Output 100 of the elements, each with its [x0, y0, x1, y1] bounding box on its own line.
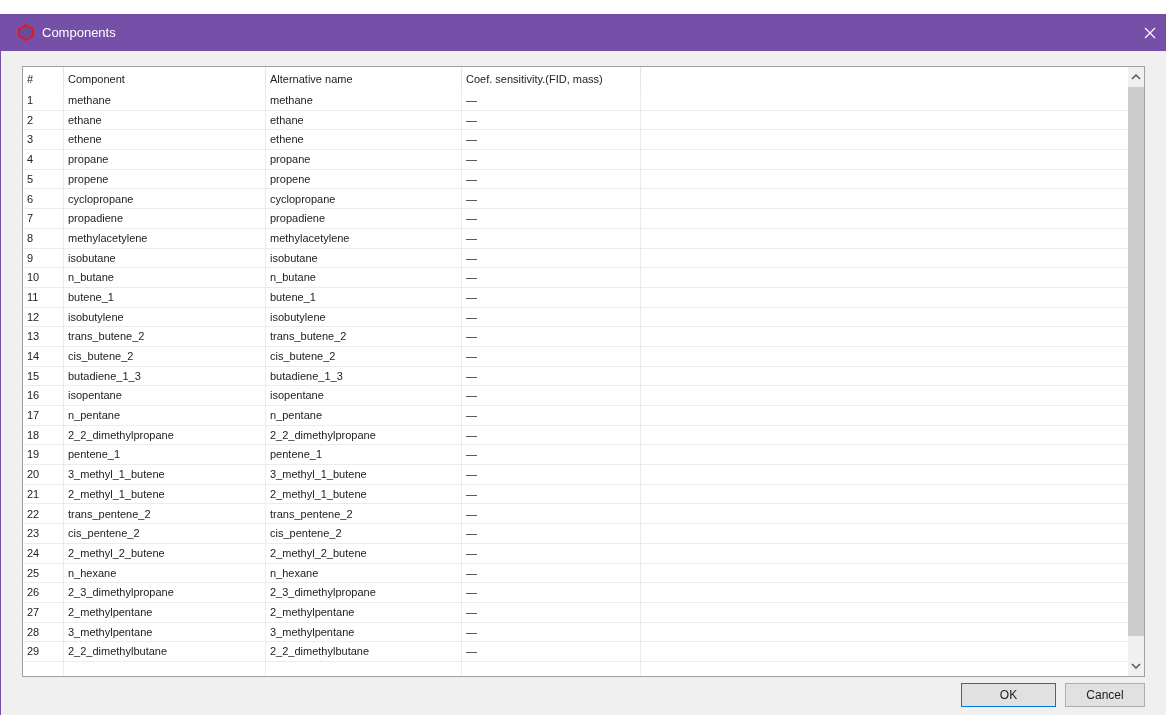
- table-cell: —: [462, 110, 641, 130]
- table-cell: propane: [64, 150, 266, 169]
- table-cell: 1: [23, 91, 64, 110]
- table-cell: —: [462, 642, 641, 661]
- table-cell: n_pentane: [64, 406, 266, 425]
- table-cell: pentene_1: [64, 445, 266, 465]
- table-cell: —: [462, 287, 641, 307]
- table-cell: —: [462, 346, 641, 366]
- table-cell: ethene: [64, 130, 266, 150]
- table-cell: 2_2_dimethylpropane: [266, 425, 462, 445]
- table-cell: —: [462, 307, 641, 327]
- table-cell: propadiene: [266, 209, 462, 228]
- table-cell: 17: [23, 406, 64, 425]
- table-cell: cis_butene_2: [266, 346, 462, 366]
- table-cell: 21: [23, 484, 64, 504]
- table-cell: propadiene: [64, 209, 266, 228]
- table-cell: —: [462, 484, 641, 504]
- table-cell: —: [462, 425, 641, 445]
- table-cell: 12: [23, 307, 64, 327]
- table-cell: —: [462, 366, 641, 386]
- table-cell: —: [462, 130, 641, 150]
- table-cell: ethene: [266, 130, 462, 150]
- table-cell: cis_pentene_2: [266, 524, 462, 543]
- table-cell: isobutylene: [64, 307, 266, 327]
- table-cell: —: [462, 563, 641, 583]
- table-cell: methylacetylene: [64, 228, 266, 248]
- table-cell: butadiene_1_3: [64, 366, 266, 386]
- table-cell: n_hexane: [64, 563, 266, 583]
- table-cell: —: [462, 228, 641, 248]
- table-cell: n_butane: [266, 268, 462, 287]
- table-cell: —: [462, 169, 641, 189]
- table-cell: trans_pentene_2: [64, 504, 266, 524]
- table-cell: n_pentane: [266, 406, 462, 425]
- table-cell: 3: [23, 130, 64, 150]
- window-title: Components: [42, 23, 117, 42]
- table-cell: pentene_1: [266, 445, 462, 465]
- table-cell: butene_1: [64, 287, 266, 307]
- table-cell: —: [462, 504, 641, 524]
- table-cell: 2_methyl_1_butene: [64, 484, 266, 504]
- table-cell: —: [462, 209, 641, 228]
- ok-button[interactable]: OK: [961, 683, 1056, 707]
- table-cell: methane: [64, 91, 266, 110]
- table-cell: n_butane: [64, 268, 266, 287]
- table-cell: 14: [23, 346, 64, 366]
- table-cell: 7: [23, 209, 64, 228]
- table-cell: propene: [64, 169, 266, 189]
- table-cell: —: [462, 268, 641, 287]
- table-cell: 22: [23, 504, 64, 524]
- column-header[interactable]: Alternative name: [266, 67, 462, 91]
- table-cell: —: [462, 465, 641, 484]
- table-cell: 2_2_dimethylbutane: [64, 642, 266, 661]
- column-header[interactable]: #: [23, 67, 64, 91]
- table-cell: 2_methyl_2_butene: [64, 543, 266, 563]
- table-cell: 2_2_dimethylpropane: [64, 425, 266, 445]
- table-cell: 3_methylpentane: [64, 622, 266, 642]
- column-header[interactable]: Component: [64, 67, 266, 91]
- table-cell: 2_methylpentane: [266, 602, 462, 622]
- table-cell: 29: [23, 642, 64, 661]
- table-cell: cis_butene_2: [64, 346, 266, 366]
- table-cell: 4: [23, 150, 64, 169]
- table-cell: 19: [23, 445, 64, 465]
- table-cell: isopentane: [266, 386, 462, 405]
- table-cell: —: [462, 602, 641, 622]
- table-cell: propene: [266, 169, 462, 189]
- table-cell: 8: [23, 228, 64, 248]
- table-cell: 2: [23, 110, 64, 130]
- table-cell: ethane: [64, 110, 266, 130]
- table-cell: 2_methyl_1_butene: [266, 484, 462, 504]
- table-cell: 2_2_dimethylbutane: [266, 642, 462, 661]
- table-cell: methane: [266, 91, 462, 110]
- table-cell: 3_methylpentane: [266, 622, 462, 642]
- table-cell: 9: [23, 248, 64, 268]
- table-cell: 20: [23, 465, 64, 484]
- table-cell: isobutane: [266, 248, 462, 268]
- close-icon[interactable]: [1144, 26, 1156, 39]
- table-cell: 16: [23, 386, 64, 405]
- table-cell: —: [462, 524, 641, 543]
- table-cell: 2_3_dimethylpropane: [64, 583, 266, 602]
- table-cell: cyclopropane: [64, 189, 266, 209]
- table-cell: 27: [23, 602, 64, 622]
- column-header[interactable]: Coef. sensitivity.(FID, mass): [462, 67, 641, 91]
- table-cell: 11: [23, 287, 64, 307]
- table-cell: trans_butene_2: [266, 327, 462, 346]
- table-cell: butene_1: [266, 287, 462, 307]
- table-cell: —: [462, 248, 641, 268]
- table-cell: 25: [23, 563, 64, 583]
- table-cell: 23: [23, 524, 64, 543]
- table-cell: —: [462, 406, 641, 425]
- table-cell: butadiene_1_3: [266, 366, 462, 386]
- table-cell: —: [462, 150, 641, 169]
- table-cell: —: [462, 583, 641, 602]
- hexagon-icon: [18, 24, 34, 41]
- table-cell: 6: [23, 189, 64, 209]
- table-cell: 13: [23, 327, 64, 346]
- table-cell: methylacetylene: [266, 228, 462, 248]
- table-cell: 3_methyl_1_butene: [64, 465, 266, 484]
- table-cell: —: [462, 445, 641, 465]
- cancel-button[interactable]: Cancel: [1065, 683, 1145, 707]
- table-cell: —: [462, 327, 641, 346]
- table-cell: isobutane: [64, 248, 266, 268]
